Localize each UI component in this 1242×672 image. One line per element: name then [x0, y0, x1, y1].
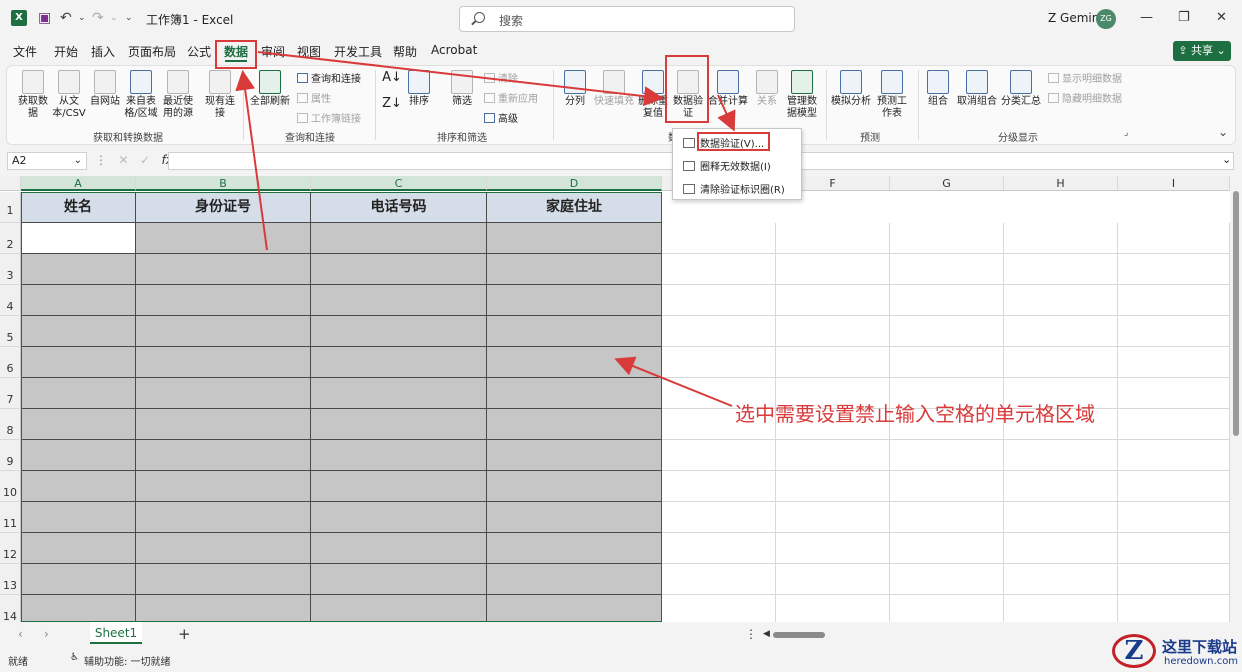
sheet-tab-bar: ‹ › Sheet1 + ⋮ ◀	[0, 622, 1242, 648]
sheet-tab-sheet1[interactable]: Sheet1	[90, 622, 142, 644]
status-bar: 就绪 ♿ 辅助功能: 一切就绪	[0, 648, 1242, 672]
arrow-to-validation-item	[717, 94, 736, 132]
add-sheet-button[interactable]: +	[178, 625, 191, 643]
next-sheet-icon[interactable]: ›	[44, 627, 49, 641]
prev-sheet-icon[interactable]: ‹	[18, 627, 23, 641]
scroll-left-icon[interactable]: ◀	[763, 629, 770, 639]
watermark-logo: Z	[1112, 634, 1156, 668]
annotation-arrows	[235, 51, 736, 407]
arrow-to-selection	[614, 356, 733, 407]
horizontal-scroll-thumb[interactable]	[773, 632, 825, 638]
watermark-url: heredown.com	[1164, 656, 1239, 667]
arrow-to-validation-button	[257, 51, 664, 107]
accessibility-icon[interactable]: ♿	[70, 652, 79, 663]
annotation-text: 选中需要设置禁止输入空格的单元格区域	[735, 402, 1095, 426]
status-accessibility[interactable]: 辅助功能: 一切就绪	[84, 653, 171, 668]
watermark-site-name: 这里下载站	[1162, 638, 1238, 656]
site-watermark: Z 这里下载站 heredown.com	[1108, 632, 1242, 672]
tab-split-icon[interactable]: ⋮	[745, 627, 757, 641]
arrow-to-data-tab	[235, 70, 268, 251]
status-ready: 就绪	[8, 657, 28, 668]
